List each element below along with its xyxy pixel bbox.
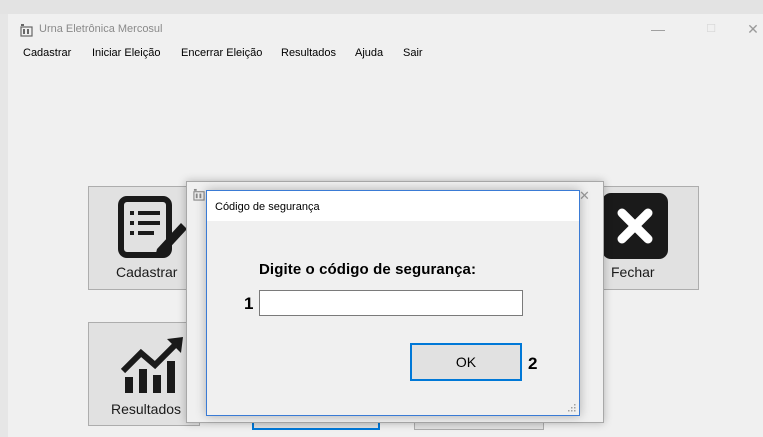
bg-dialog-close-icon[interactable]: ✕ bbox=[579, 188, 590, 204]
ballot-box-icon bbox=[193, 188, 205, 201]
dialog-title-bar: Código de segurança bbox=[207, 191, 579, 221]
ballot-box-icon bbox=[20, 24, 33, 37]
title-bar: Urna Eletrônica Mercosul — ☐ ✕ bbox=[8, 14, 763, 44]
menu-iniciar-eleicao[interactable]: Iniciar Eleição bbox=[92, 47, 160, 59]
maximize-button[interactable]: ☐ bbox=[696, 18, 726, 40]
menu-resultados[interactable]: Resultados bbox=[281, 47, 336, 59]
menu-ajuda[interactable]: Ajuda bbox=[355, 47, 383, 59]
resultados-label: Resultados bbox=[111, 401, 182, 417]
cadastrar-label: Cadastrar bbox=[116, 264, 178, 280]
background-strip bbox=[0, 14, 8, 437]
resultados-button[interactable]: Resultados bbox=[88, 322, 200, 426]
resize-grip-icon[interactable] bbox=[568, 404, 576, 412]
document-edit-icon bbox=[118, 196, 187, 258]
menu-bar: Cadastrar Iniciar Eleição Encerrar Eleiç… bbox=[8, 44, 763, 64]
security-code-input[interactable] bbox=[259, 290, 523, 316]
security-code-dialog: Código de segurança Digite o código de s… bbox=[206, 190, 580, 416]
dialog-title: Código de segurança bbox=[215, 201, 320, 213]
close-x-icon bbox=[602, 193, 668, 259]
menu-cadastrar[interactable]: Cadastrar bbox=[23, 47, 71, 59]
ok-button[interactable]: OK bbox=[410, 343, 522, 381]
annotation-marker-2: 2 bbox=[528, 354, 538, 373]
annotation-marker-1: 1 bbox=[244, 294, 254, 313]
minimize-button[interactable]: — bbox=[643, 18, 673, 40]
chart-trend-icon bbox=[121, 337, 183, 393]
security-code-prompt: Digite o código de segurança: bbox=[259, 261, 477, 278]
menu-sair[interactable]: Sair bbox=[403, 47, 423, 59]
menu-encerrar-eleicao[interactable]: Encerrar Eleição bbox=[181, 47, 262, 59]
window-title: Urna Eletrônica Mercosul bbox=[39, 23, 163, 35]
fechar-label: Fechar bbox=[611, 264, 655, 280]
close-button[interactable]: ✕ bbox=[738, 18, 763, 40]
cadastrar-button[interactable]: Cadastrar bbox=[88, 186, 200, 290]
